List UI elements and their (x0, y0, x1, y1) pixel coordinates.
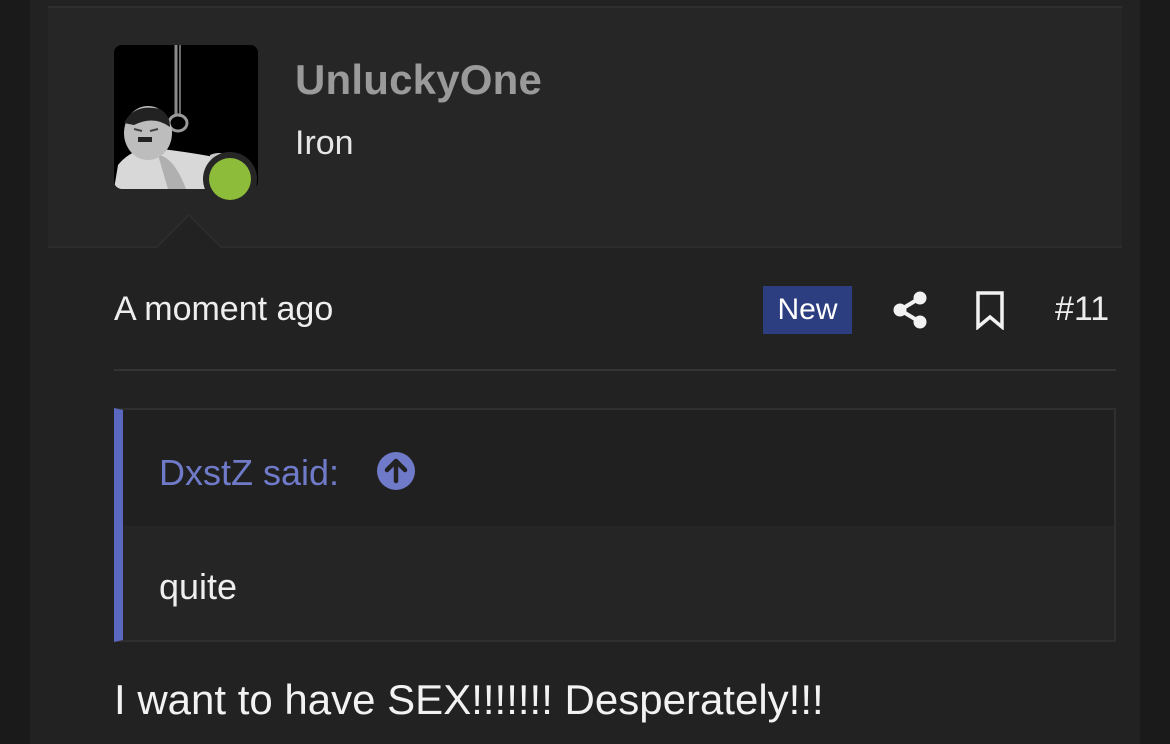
user-title: Iron (295, 124, 354, 162)
page: UnluckyOne Iron A moment ago New #11 Dxs… (0, 0, 1170, 744)
post-timestamp[interactable]: A moment ago (114, 290, 333, 329)
new-badge: New (763, 286, 852, 334)
divider (114, 369, 1116, 371)
arrow-up-circle-icon[interactable] (376, 451, 416, 491)
share-icon[interactable] (890, 290, 930, 330)
online-dot-icon (209, 158, 251, 200)
quote-author-link[interactable]: DxstZ said: (159, 452, 339, 494)
quote-block: DxstZ said: quite (114, 408, 1116, 642)
quote-body: quite (159, 566, 238, 607)
username[interactable]: UnluckyOne (295, 56, 542, 104)
post-message: I want to have SEX!!!!!!! Desperately!!! (114, 676, 824, 723)
bookmark-icon[interactable] (973, 290, 1007, 330)
forum-post: UnluckyOne Iron A moment ago New #11 Dxs… (30, 0, 1140, 744)
online-status-indicator (203, 152, 257, 206)
post-number-link[interactable]: #11 (1055, 290, 1109, 329)
user-block-pointer (157, 216, 221, 248)
quote-header: DxstZ said: (123, 410, 1114, 526)
